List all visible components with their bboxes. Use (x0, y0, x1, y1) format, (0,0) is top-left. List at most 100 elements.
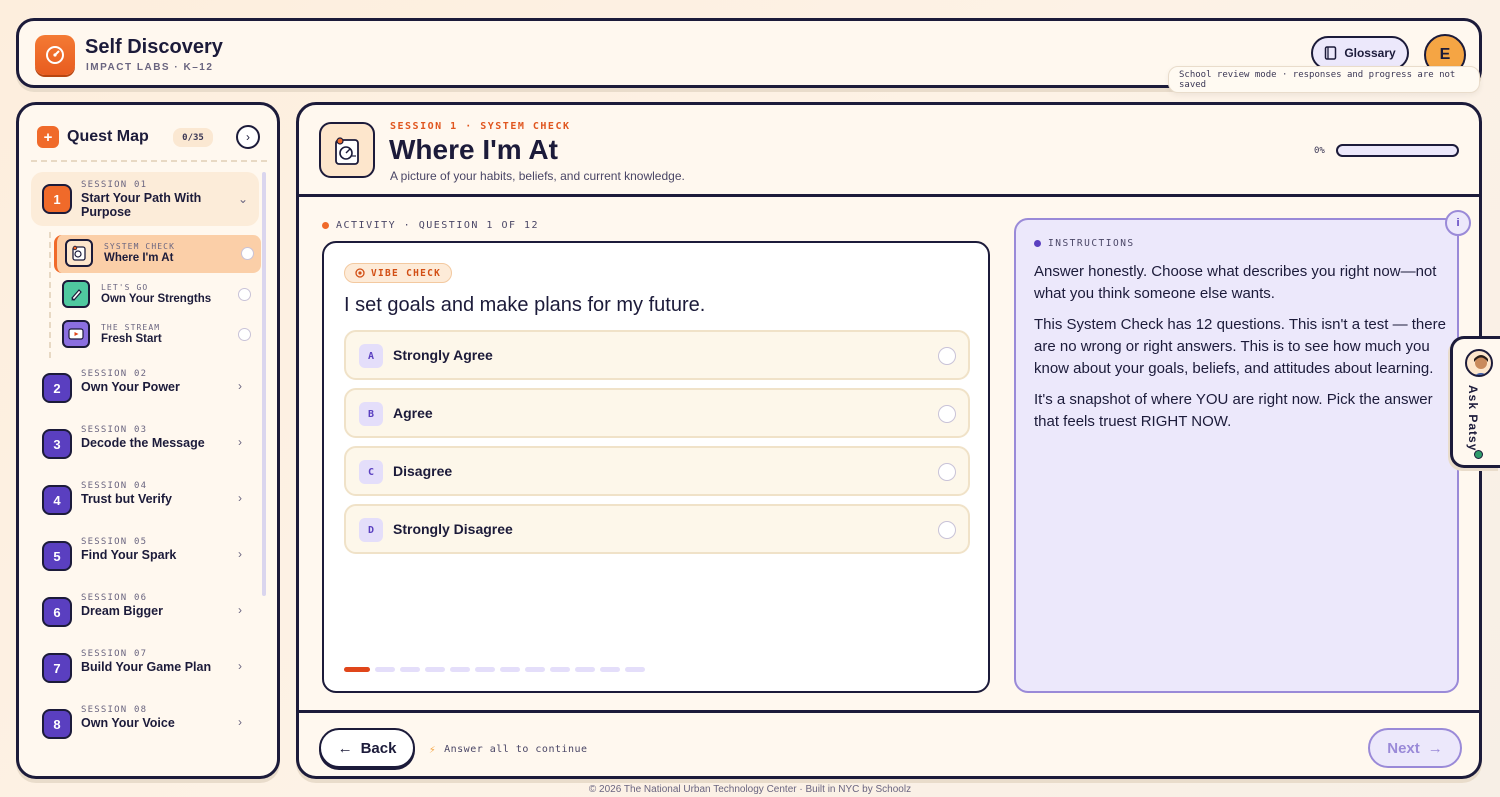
session-number-badge: 5 (42, 541, 72, 571)
ask-patsy-tab[interactable]: Ask Patsy (1450, 336, 1500, 468)
ask-patsy-label: Ask Patsy (1466, 385, 1480, 452)
session-label: SESSION 06 (81, 593, 148, 603)
sidebar-item-session-6[interactable]: 6 SESSION 06 Dream Bigger › (31, 585, 259, 639)
session-label: SESSION 01 (81, 180, 148, 190)
session-label: SESSION 05 (81, 537, 148, 547)
sidebar-item-session-3[interactable]: 3 SESSION 03 Decode the Message › (31, 417, 259, 471)
progress-dot (600, 667, 620, 672)
session-name: Find Your Spark (81, 548, 177, 562)
option-radio[interactable] (938, 347, 956, 365)
lesson-footer: ← Back ⚡ Answer all to continue Next → (299, 710, 1479, 776)
compass-logo-icon (35, 35, 75, 75)
sidebar-item-session-2[interactable]: 2 SESSION 02 Own Your Power › (31, 361, 259, 415)
sidebar-item-session-7[interactable]: 7 SESSION 07 Build Your Game Plan › (31, 641, 259, 695)
session-name: Dream Bigger (81, 604, 163, 618)
progress-dot (550, 667, 570, 672)
patsy-avatar (1465, 349, 1493, 377)
question-text: I set goals and make plans for my future… (344, 294, 706, 316)
instructions-paragraph: This System Check has 12 questions. This… (1034, 316, 1446, 377)
clipboard-icon (65, 239, 93, 267)
activity-label-text: ACTIVITY · QUESTION 1 OF 12 (336, 220, 540, 231)
session-name: Decode the Message (81, 436, 205, 450)
answer-option-c[interactable]: C Disagree (344, 446, 970, 496)
instructions-paragraph: Answer honestly. Choose what describes y… (1034, 263, 1437, 302)
option-text: Agree (393, 405, 433, 421)
sidebar-item-session-5[interactable]: 5 SESSION 05 Find Your Spark › (31, 529, 259, 583)
book-icon (1325, 46, 1337, 60)
next-button[interactable]: Next → (1368, 728, 1462, 768)
info-icon[interactable]: i (1445, 210, 1471, 236)
option-letter: C (359, 460, 383, 484)
chevron-down-icon: ⌄ (238, 192, 249, 206)
chevron-right-icon: › (238, 659, 242, 673)
status-dot (1034, 240, 1041, 247)
option-radio[interactable] (938, 405, 956, 423)
glossary-label: Glossary (1344, 46, 1396, 60)
answer-option-d[interactable]: D Strongly Disagree (344, 504, 970, 554)
chevron-right-icon[interactable]: › (236, 125, 260, 149)
session-label: SESSION 07 (81, 649, 148, 659)
sub-item-where-im-at[interactable]: SYSTEM CHECK Where I'm At (54, 235, 261, 273)
lesson-kicker: SESSION 1 · SYSTEM CHECK (390, 121, 571, 132)
answer-option-a[interactable]: A Strongly Agree (344, 330, 970, 380)
sub-item-label: THE STREAM (101, 323, 161, 332)
instructions-text: Answer honestly. Choose what describes y… (1034, 261, 1446, 442)
progress-dot (500, 667, 520, 672)
session-number-badge: 4 (42, 485, 72, 515)
sub-item-name: Own Your Strengths (101, 293, 212, 305)
question-progress-dots (344, 667, 645, 672)
sub-item-label: SYSTEM CHECK (104, 242, 175, 251)
progress-dot (375, 667, 395, 672)
hint-text: Answer all to continue (444, 744, 588, 755)
session-label: SESSION 03 (81, 425, 148, 435)
option-radio[interactable] (938, 521, 956, 539)
review-mode-notice: School review mode · responses and progr… (1168, 66, 1480, 93)
progress-dot (525, 667, 545, 672)
arrow-left-icon: ← (337, 739, 353, 757)
sub-item-own-your-strengths[interactable]: LET'S GO Own Your Strengths (54, 276, 261, 314)
session-name: Build Your Game Plan (81, 660, 212, 674)
clipboard-icon (319, 122, 375, 178)
lesson-header: SESSION 1 · SYSTEM CHECK Where I'm At A … (299, 105, 1479, 197)
app-subtitle: IMPACT LABS · K–12 (86, 62, 214, 73)
completion-radio (241, 247, 254, 260)
progress-dot (425, 667, 445, 672)
lesson-panel: SESSION 1 · SYSTEM CHECK Where I'm At A … (296, 102, 1482, 779)
session-number-badge: 1 (42, 184, 72, 214)
sub-item-fresh-start[interactable]: THE STREAM Fresh Start (54, 316, 261, 354)
option-text: Disagree (393, 463, 453, 479)
chevron-right-icon: › (238, 715, 242, 729)
chevron-right-icon: › (238, 547, 242, 561)
instructions-label-text: INSTRUCTIONS (1048, 238, 1135, 249)
sidebar-scrollbar[interactable] (262, 172, 266, 596)
session-name: Own Your Power (81, 380, 180, 394)
back-label: Back (360, 739, 397, 757)
progress-dot (625, 667, 645, 672)
instructions-label: INSTRUCTIONS (1034, 238, 1135, 249)
sidebar-item-session-8[interactable]: 8 SESSION 08 Own Your Voice › (31, 697, 259, 751)
online-status-dot (1474, 450, 1483, 459)
next-label: Next (1387, 739, 1420, 757)
answer-option-b[interactable]: B Agree (344, 388, 970, 438)
session-name: Start Your Path With Purpose (81, 191, 202, 219)
badge-label: VIBE CHECK (371, 267, 442, 279)
session-number-badge: 2 (42, 373, 72, 403)
sub-item-name: Where I'm At (104, 252, 174, 264)
sidebar-item-session-4[interactable]: 4 SESSION 04 Trust but Verify › (31, 473, 259, 527)
chevron-right-icon: › (238, 435, 242, 449)
continue-hint: ⚡ Answer all to continue (429, 743, 588, 756)
option-text: Strongly Agree (393, 347, 493, 363)
option-radio[interactable] (938, 463, 956, 481)
option-letter: A (359, 344, 383, 368)
instructions-paragraph: It's a snapshot of where YOU are right n… (1034, 391, 1433, 430)
back-button[interactable]: ← Back (319, 728, 415, 768)
sub-item-name: Fresh Start (101, 333, 162, 345)
session-label: SESSION 02 (81, 369, 148, 379)
session-name: Own Your Voice (81, 716, 175, 730)
glossary-button[interactable]: Glossary (1311, 36, 1409, 70)
quest-map-sidebar: + Quest Map 0/35 › 1 SESSION 01 Start Yo… (16, 102, 280, 779)
progress-dot (450, 667, 470, 672)
session-number-badge: 8 (42, 709, 72, 739)
sidebar-item-session-1[interactable]: 1 SESSION 01 Start Your Path With Purpos… (31, 172, 259, 226)
progress-dot (344, 667, 370, 672)
